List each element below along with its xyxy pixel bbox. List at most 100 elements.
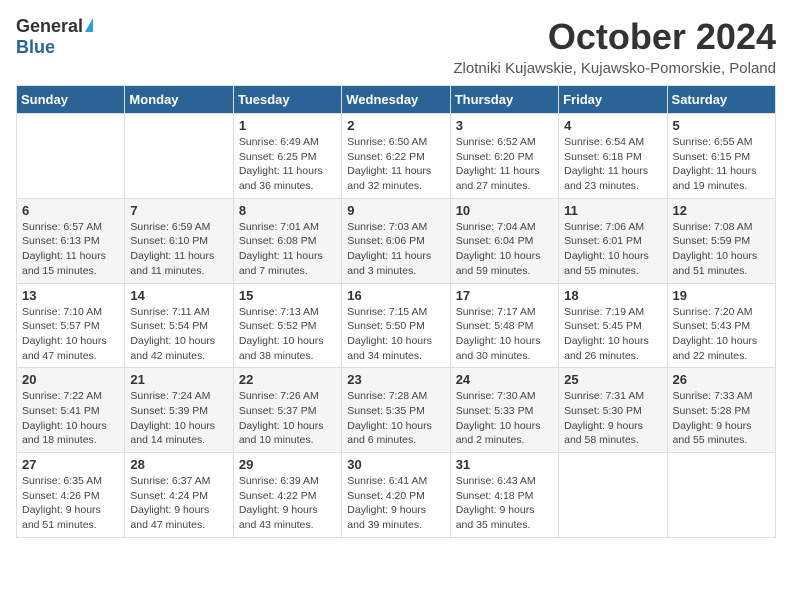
calendar-cell: 11 Sunrise: 7:06 AMSunset: 6:01 PMDayligh… — [559, 198, 667, 283]
day-number: 21 — [130, 372, 227, 387]
day-number: 17 — [456, 288, 553, 303]
calendar-cell: 16Sunrise: 7:15 AMSunset: 5:50 PMDayligh… — [342, 283, 450, 368]
day-info: Sunrise: 7:19 AMSunset: 5:45 PMDaylight:… — [564, 305, 661, 364]
day-number: 30 — [347, 457, 444, 472]
day-number: 22 — [239, 372, 336, 387]
calendar-cell: 31Sunrise: 6:43 AMSunset: 4:18 PMDayligh… — [450, 453, 558, 538]
weekday-header-saturday: Saturday — [667, 86, 775, 114]
calendar-cell: 27 Sunrise: 6:35 AMSunset: 4:26 PMDayligh… — [17, 453, 125, 538]
calendar-cell: 20Sunrise: 7:22 AMSunset: 5:41 PMDayligh… — [17, 368, 125, 453]
calendar-cell: 2 Sunrise: 6:50 AMSunset: 6:22 PMDaylight… — [342, 114, 450, 199]
day-info: Sunrise: 7:20 AMSunset: 5:43 PMDaylight:… — [673, 305, 770, 364]
day-number: 24 — [456, 372, 553, 387]
calendar-cell: 23 Sunrise: 7:28 AMSunset: 5:35 PMDayligh… — [342, 368, 450, 453]
day-number: 29 — [239, 457, 336, 472]
calendar-cell: 6Sunrise: 6:57 AMSunset: 6:13 PMDaylight… — [17, 198, 125, 283]
calendar-cell: 7 Sunrise: 6:59 AMSunset: 6:10 PMDaylight… — [125, 198, 233, 283]
day-info: Sunrise: 6:52 AMSunset: 6:20 PMDaylight:… — [456, 135, 553, 194]
day-number: 9 — [347, 203, 444, 218]
day-number: 7 — [130, 203, 227, 218]
day-info: Sunrise: 7:28 AMSunset: 5:35 PMDaylight:… — [347, 389, 444, 448]
calendar-header: SundayMondayTuesdayWednesdayThursdayFrid… — [17, 86, 776, 114]
calendar-cell: 15Sunrise: 7:13 AMSunset: 5:52 PMDayligh… — [233, 283, 341, 368]
day-number: 3 — [456, 118, 553, 133]
day-number: 19 — [673, 288, 770, 303]
day-number: 6 — [22, 203, 119, 218]
day-info: Sunrise: 6:54 AMSunset: 6:18 PMDaylight:… — [564, 135, 661, 194]
day-number: 27 — [22, 457, 119, 472]
calendar-cell: 25 Sunrise: 7:31 AMSunset: 5:30 PMDayligh… — [559, 368, 667, 453]
logo-blue-text: Blue — [16, 37, 55, 58]
day-info: Sunrise: 7:30 AMSunset: 5:33 PMDaylight:… — [456, 389, 553, 448]
day-number: 5 — [673, 118, 770, 133]
day-number: 10 — [456, 203, 553, 218]
calendar-cell: 14Sunrise: 7:11 AMSunset: 5:54 PMDayligh… — [125, 283, 233, 368]
day-number: 12 — [673, 203, 770, 218]
calendar-cell: 26Sunrise: 7:33 AMSunset: 5:28 PMDayligh… — [667, 368, 775, 453]
calendar-cell: 8 Sunrise: 7:01 AMSunset: 6:08 PMDaylight… — [233, 198, 341, 283]
day-info: Sunrise: 7:15 AMSunset: 5:50 PMDaylight:… — [347, 305, 444, 364]
calendar-week-2: 6Sunrise: 6:57 AMSunset: 6:13 PMDaylight… — [17, 198, 776, 283]
day-info: Sunrise: 7:04 AMSunset: 6:04 PMDaylight:… — [456, 220, 553, 279]
day-number: 25 — [564, 372, 661, 387]
day-number: 13 — [22, 288, 119, 303]
calendar-cell: 30Sunrise: 6:41 AMSunset: 4:20 PMDayligh… — [342, 453, 450, 538]
day-info: Sunrise: 7:31 AMSunset: 5:30 PMDaylight:… — [564, 389, 661, 448]
calendar-cell — [125, 114, 233, 199]
day-info: Sunrise: 6:59 AMSunset: 6:10 PMDaylight:… — [130, 220, 227, 279]
weekday-header-wednesday: Wednesday — [342, 86, 450, 114]
day-info: Sunrise: 7:06 AMSunset: 6:01 PMDaylight:… — [564, 220, 661, 279]
logo-general-text: General — [16, 16, 83, 37]
day-info: Sunrise: 7:03 AMSunset: 6:06 PMDaylight:… — [347, 220, 444, 279]
calendar-cell: 13 Sunrise: 7:10 AMSunset: 5:57 PMDayligh… — [17, 283, 125, 368]
calendar-week-4: 20Sunrise: 7:22 AMSunset: 5:41 PMDayligh… — [17, 368, 776, 453]
day-number: 1 — [239, 118, 336, 133]
day-info: Sunrise: 7:08 AMSunset: 5:59 PMDaylight:… — [673, 220, 770, 279]
day-number: 4 — [564, 118, 661, 133]
calendar-cell: 1 Sunrise: 6:49 AMSunset: 6:25 PMDaylight… — [233, 114, 341, 199]
logo: General Blue — [16, 16, 93, 58]
calendar-week-5: 27 Sunrise: 6:35 AMSunset: 4:26 PMDayligh… — [17, 453, 776, 538]
calendar-cell: 12 Sunrise: 7:08 AMSunset: 5:59 PMDayligh… — [667, 198, 775, 283]
day-number: 8 — [239, 203, 336, 218]
day-number: 28 — [130, 457, 227, 472]
page-header: General Blue October 2024 Zlotniki Kujaw… — [16, 16, 776, 77]
calendar-cell: 22 Sunrise: 7:26 AMSunset: 5:37 PMDayligh… — [233, 368, 341, 453]
calendar-week-3: 13 Sunrise: 7:10 AMSunset: 5:57 PMDayligh… — [17, 283, 776, 368]
day-number: 11 — [564, 203, 661, 218]
calendar-cell — [559, 453, 667, 538]
day-number: 23 — [347, 372, 444, 387]
day-info: Sunrise: 7:11 AMSunset: 5:54 PMDaylight:… — [130, 305, 227, 364]
day-info: Sunrise: 7:17 AMSunset: 5:48 PMDaylight:… — [456, 305, 553, 364]
day-info: Sunrise: 6:55 AMSunset: 6:15 PMDaylight:… — [673, 135, 770, 194]
location-title: Zlotniki Kujawskie, Kujawsko-Pomorskie, … — [453, 60, 776, 77]
calendar-cell — [17, 114, 125, 199]
day-info: Sunrise: 7:33 AMSunset: 5:28 PMDaylight:… — [673, 389, 770, 448]
calendar-cell: 17 Sunrise: 7:17 AMSunset: 5:48 PMDayligh… — [450, 283, 558, 368]
day-info: Sunrise: 6:35 AMSunset: 4:26 PMDaylight:… — [22, 474, 119, 533]
day-info: Sunrise: 7:01 AMSunset: 6:08 PMDaylight:… — [239, 220, 336, 279]
calendar-cell: 24 Sunrise: 7:30 AMSunset: 5:33 PMDayligh… — [450, 368, 558, 453]
day-info: Sunrise: 7:22 AMSunset: 5:41 PMDaylight:… — [22, 389, 119, 448]
weekday-header-friday: Friday — [559, 86, 667, 114]
day-info: Sunrise: 6:37 AMSunset: 4:24 PMDaylight:… — [130, 474, 227, 533]
day-info: Sunrise: 6:43 AMSunset: 4:18 PMDaylight:… — [456, 474, 553, 533]
weekday-header-thursday: Thursday — [450, 86, 558, 114]
month-title: October 2024 — [453, 16, 776, 58]
day-info: Sunrise: 7:10 AMSunset: 5:57 PMDaylight:… — [22, 305, 119, 364]
calendar-cell: 5 Sunrise: 6:55 AMSunset: 6:15 PMDaylight… — [667, 114, 775, 199]
title-section: October 2024 Zlotniki Kujawskie, Kujawsk… — [453, 16, 776, 77]
day-number: 2 — [347, 118, 444, 133]
calendar-week-1: 1 Sunrise: 6:49 AMSunset: 6:25 PMDaylight… — [17, 114, 776, 199]
day-info: Sunrise: 6:49 AMSunset: 6:25 PMDaylight:… — [239, 135, 336, 194]
calendar-cell: 18Sunrise: 7:19 AMSunset: 5:45 PMDayligh… — [559, 283, 667, 368]
day-info: Sunrise: 6:50 AMSunset: 6:22 PMDaylight:… — [347, 135, 444, 194]
calendar-cell: 29 Sunrise: 6:39 AMSunset: 4:22 PMDayligh… — [233, 453, 341, 538]
calendar-cell: 19 Sunrise: 7:20 AMSunset: 5:43 PMDayligh… — [667, 283, 775, 368]
day-info: Sunrise: 7:26 AMSunset: 5:37 PMDaylight:… — [239, 389, 336, 448]
day-info: Sunrise: 6:39 AMSunset: 4:22 PMDaylight:… — [239, 474, 336, 533]
calendar-cell: 28 Sunrise: 6:37 AMSunset: 4:24 PMDayligh… — [125, 453, 233, 538]
day-number: 15 — [239, 288, 336, 303]
calendar-cell: 4 Sunrise: 6:54 AMSunset: 6:18 PMDaylight… — [559, 114, 667, 199]
calendar-cell: 3 Sunrise: 6:52 AMSunset: 6:20 PMDaylight… — [450, 114, 558, 199]
